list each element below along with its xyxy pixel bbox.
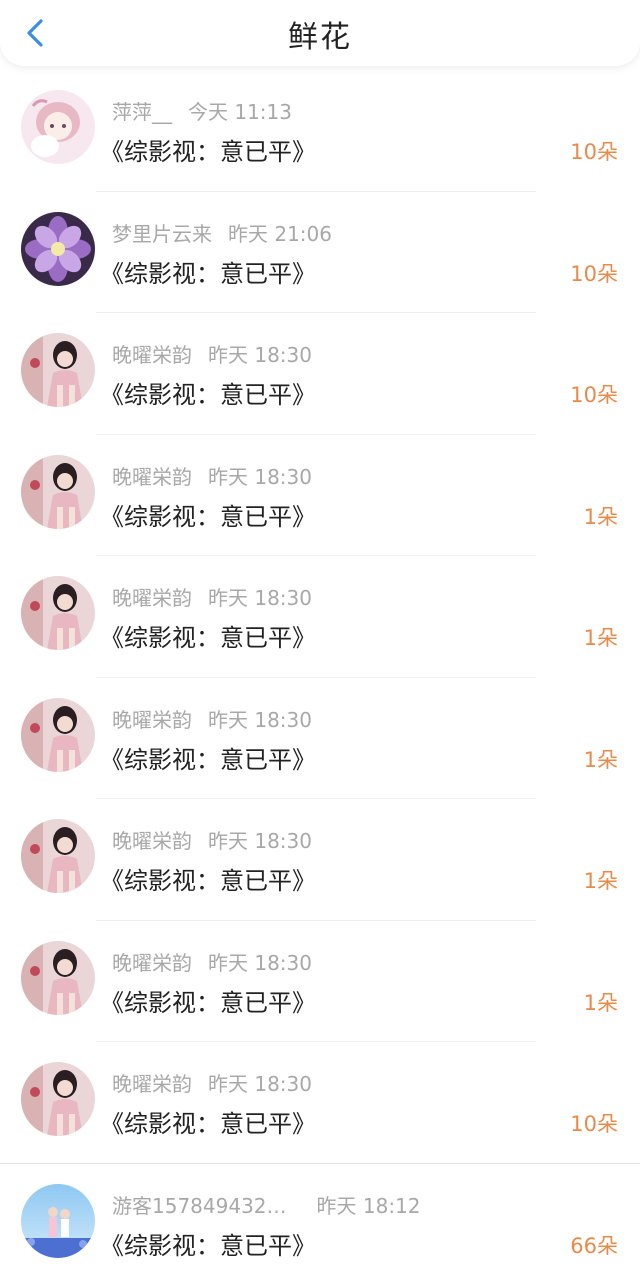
item-meta: 游客157849432… 昨天 18:12 [112,1190,421,1219]
flower-amount: 1朵 [583,990,618,1015]
flower-amount: 1朵 [583,626,618,650]
list-item[interactable]: 游客157849432… 昨天 18:12 《综影视：意已平》 66朵 [0,1164,640,1286]
user-name[interactable]: 晚曜栄韵 [112,343,192,367]
item-meta: 萍萍__ 今天 11:13 [112,96,292,125]
sky-couple-avatar[interactable] [21,1183,95,1258]
user-name[interactable]: 晚曜栄韵 [112,1072,192,1096]
list-item[interactable]: 晚曜栄韵 昨天 18:30 《综影视：意已平》 1朵 [0,556,640,678]
book-title[interactable]: 《综影视：意已平》 [100,132,316,167]
user-name[interactable]: 晚曜栄韵 [112,829,192,853]
list-item[interactable]: 晚曜栄韵 昨天 18:30 《综影视：意已平》 1朵 [0,921,640,1042]
timestamp: 昨天 18:30 [208,950,312,975]
list-item[interactable]: 晚曜栄韵 昨天 18:30 《综影视：意已平》 1朵 [0,435,640,556]
timestamp: 昨天 18:30 [208,1072,312,1096]
book-title[interactable]: 《综影视：意已平》 [100,375,316,410]
book-title[interactable]: 《综影视：意已平》 [100,1104,316,1139]
item-meta: 梦里片云来 昨天 21:06 [112,218,332,247]
flower-amount: 1朵 [583,747,618,772]
purple-flower-avatar[interactable] [21,211,95,286]
timestamp: 昨天 18:12 [316,1193,421,1218]
list-item[interactable]: 晚曜栄韵 昨天 18:30 《综影视：意已平》 1朵 [0,799,640,921]
timestamp: 昨天 18:30 [208,586,312,610]
list-item[interactable]: 梦里片云来 昨天 21:06 《综影视：意已平》 10朵 [0,192,640,313]
photo-girl-avatar[interactable] [21,819,95,893]
list-item[interactable]: 晚曜栄韵 昨天 18:30 《综影视：意已平》 10朵 [0,313,640,435]
book-title[interactable]: 《综影视：意已平》 [100,740,316,775]
book-title[interactable]: 《综影视：意已平》 [100,618,316,653]
book-title[interactable]: 《综影视：意已平》 [100,983,316,1018]
timestamp: 昨天 18:30 [208,343,312,367]
photo-girl-avatar[interactable] [21,576,95,650]
flower-amount: 1朵 [583,869,618,893]
item-meta: 晚曜栄韵 昨天 18:30 [112,825,312,854]
timestamp: 昨天 18:30 [208,707,312,732]
user-name[interactable]: 游客157849432… [112,1194,287,1218]
user-name[interactable]: 晚曜栄韵 [112,586,192,610]
item-meta: 晚曜栄韵 昨天 18:30 [112,1068,312,1097]
photo-girl-avatar[interactable] [21,940,95,1015]
item-meta: 晚曜栄韵 昨天 18:30 [112,461,312,490]
top-bar: 鲜花 [0,0,640,66]
flower-list[interactable]: 萍萍__ 今天 11:13 《综影视：意已平》 10朵 梦里片云来 昨天 21:… [0,70,640,1288]
item-meta: 晚曜栄韵 昨天 18:30 [112,339,312,368]
list-item[interactable]: 晚曜栄韵 昨天 18:30 《综影视：意已平》 1朵 [0,678,640,799]
flower-amount: 10朵 [570,383,618,407]
flower-amount: 10朵 [570,140,618,164]
user-name[interactable]: 晚曜栄韵 [112,465,192,489]
book-title[interactable]: 《综影视：意已平》 [100,497,316,532]
flower-amount: 10朵 [570,261,618,286]
photo-girl-avatar[interactable] [21,1062,95,1136]
timestamp: 昨天 18:30 [208,464,312,489]
user-name[interactable]: 晚曜栄韵 [112,708,192,732]
photo-girl-avatar[interactable] [21,333,95,407]
item-meta: 晚曜栄韵 昨天 18:30 [112,704,312,733]
timestamp: 今天 11:13 [188,100,292,124]
page-title: 鲜花 [288,20,352,55]
flower-amount: 1朵 [583,504,618,529]
flower-amount: 66朵 [570,1233,618,1258]
item-meta: 晚曜栄韵 昨天 18:30 [112,582,312,611]
timestamp: 昨天 18:30 [208,829,312,853]
book-title[interactable]: 《综影视：意已平》 [100,861,316,896]
item-meta: 晚曜栄韵 昨天 18:30 [112,947,312,976]
timestamp: 昨天 21:06 [228,221,332,246]
photo-girl-avatar[interactable] [21,697,95,772]
flower-amount: 10朵 [570,1112,618,1136]
list-item[interactable]: 晚曜栄韵 昨天 18:30 《综影视：意已平》 10朵 [0,1042,640,1164]
user-name[interactable]: 萍萍__ [112,100,172,124]
photo-girl-avatar[interactable] [21,454,95,529]
list-item[interactable]: 萍萍__ 今天 11:13 《综影视：意已平》 10朵 [0,70,640,192]
book-title[interactable]: 《综影视：意已平》 [100,254,316,289]
user-name[interactable]: 梦里片云来 [112,222,212,246]
user-name[interactable]: 晚曜栄韵 [112,951,192,975]
anime-girl-avatar[interactable] [21,90,95,164]
book-title[interactable]: 《综影视：意已平》 [100,1226,316,1261]
